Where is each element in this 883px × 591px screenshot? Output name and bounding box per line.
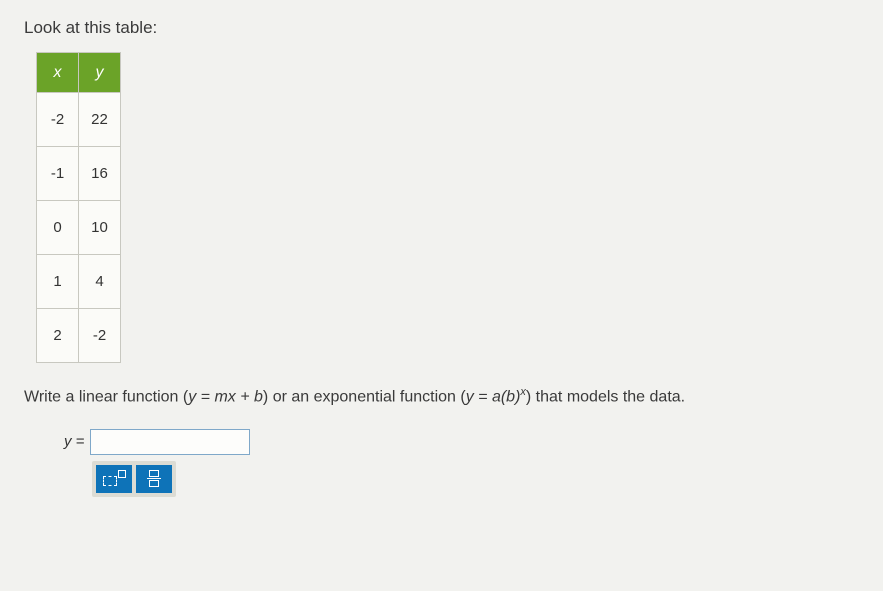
- cell-x: -2: [37, 93, 79, 147]
- question-text: Write a linear function (y = mx + b) or …: [24, 385, 859, 409]
- table-row: 1 4: [37, 255, 121, 309]
- cell-y: 10: [79, 201, 121, 255]
- table-row: -1 16: [37, 147, 121, 201]
- cell-y: 22: [79, 93, 121, 147]
- cell-y: -2: [79, 309, 121, 363]
- exponent-button[interactable]: [96, 465, 132, 493]
- cell-x: 0: [37, 201, 79, 255]
- table-row: 0 10: [37, 201, 121, 255]
- instruction-text: Look at this table:: [24, 18, 859, 38]
- question-prefix: Write a linear function (: [24, 388, 188, 405]
- exp-form-base: y = a(b): [466, 388, 521, 405]
- answer-input[interactable]: [90, 429, 250, 455]
- header-x: x: [37, 53, 79, 93]
- xy-table: x y -2 22 -1 16 0 10 1 4 2 -2: [36, 52, 121, 363]
- exponent-sup-icon: [118, 470, 126, 478]
- cell-y: 16: [79, 147, 121, 201]
- header-y: y: [79, 53, 121, 93]
- fraction-den-icon: [149, 480, 159, 487]
- answer-area: y =: [64, 429, 859, 497]
- cell-x: -1: [37, 147, 79, 201]
- exponent-base-icon: [103, 476, 117, 486]
- tool-tray: [92, 461, 176, 497]
- table-row: -2 22: [37, 93, 121, 147]
- question-middle: ) or an exponential function (: [263, 388, 466, 405]
- table-row: 2 -2: [37, 309, 121, 363]
- fraction-button[interactable]: [136, 465, 172, 493]
- cell-y: 4: [79, 255, 121, 309]
- cell-x: 2: [37, 309, 79, 363]
- fraction-bar-icon: [147, 478, 161, 480]
- answer-label: y =: [64, 433, 84, 450]
- fraction-num-icon: [149, 470, 159, 477]
- linear-form: y = mx + b: [188, 388, 263, 405]
- cell-x: 1: [37, 255, 79, 309]
- question-suffix: ) that models the data.: [526, 388, 685, 405]
